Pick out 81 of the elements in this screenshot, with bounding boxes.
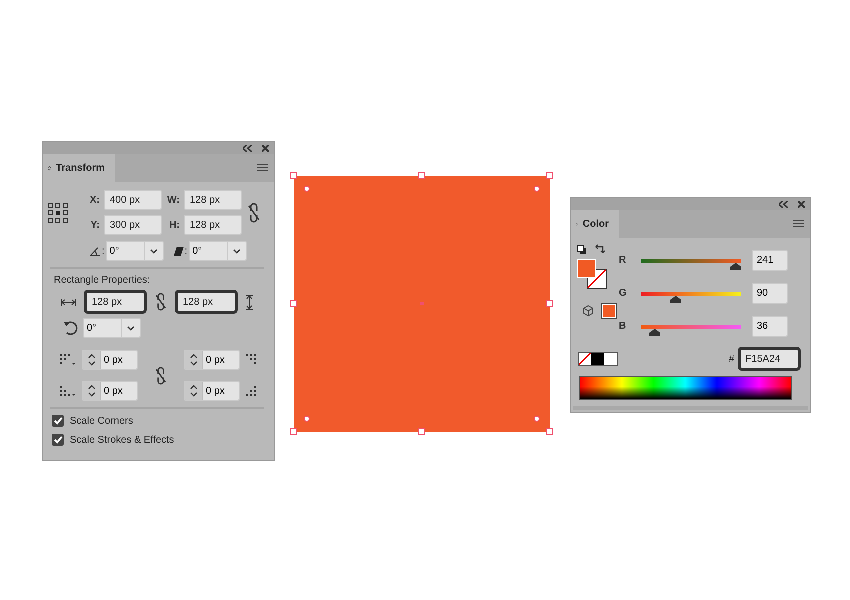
field-label: Y:: [90, 220, 101, 230]
collapse-icon[interactable]: [779, 200, 788, 208]
cube-icon[interactable]: [583, 305, 594, 317]
corner-angle-field[interactable]: 0°: [83, 318, 121, 338]
center-point: [420, 302, 424, 306]
corner-widget[interactable]: [304, 416, 310, 422]
selection-handle[interactable]: [290, 300, 298, 308]
corner-type-icon[interactable]: [60, 385, 76, 397]
checkbox[interactable]: [52, 434, 64, 446]
selection-handle[interactable]: [418, 172, 426, 180]
stepper-icon[interactable]: [88, 353, 96, 367]
transform-tab[interactable]: Transform: [43, 154, 115, 182]
menu-icon[interactable]: [793, 220, 804, 228]
reference-point-icon[interactable]: [48, 202, 68, 222]
rotate-icon: [63, 320, 79, 336]
dropdown-button[interactable]: [226, 241, 247, 261]
field-label: W:: [166, 194, 181, 206]
corner-widget[interactable]: [534, 416, 540, 422]
value-field[interactable]: 300 px: [104, 215, 162, 235]
caret-icon: [232, 248, 241, 254]
dropdown-button[interactable]: [121, 318, 141, 338]
broken-link-icon[interactable]: [155, 293, 167, 311]
angle-icon: [90, 246, 101, 256]
value-field[interactable]: 128 px: [184, 215, 242, 235]
checkbox[interactable]: [52, 415, 64, 427]
field-label: :: [101, 246, 106, 256]
corner-type-icon[interactable]: [60, 354, 76, 366]
corner-radius-field[interactable]: 0 px: [82, 381, 138, 401]
corner-radius-field[interactable]: 0 px: [184, 381, 240, 401]
corner-widget[interactable]: [534, 186, 540, 192]
selection-handle[interactable]: [546, 300, 554, 308]
menu-icon[interactable]: [257, 164, 268, 172]
corner-radius-field[interactable]: 0 px: [184, 350, 240, 370]
selection-handle[interactable]: [546, 172, 554, 180]
value-field[interactable]: 400 px: [104, 190, 162, 210]
close-icon[interactable]: [262, 144, 269, 152]
stepper-icon[interactable]: [190, 384, 198, 398]
selection-handle[interactable]: [290, 428, 298, 436]
field-label: X:: [89, 194, 101, 206]
section-title: Rectangle Properties:: [54, 275, 152, 286]
height-icon: [246, 294, 253, 310]
broken-link-icon[interactable]: [248, 202, 260, 222]
caret-icon: [150, 248, 158, 254]
height-field[interactable]: 128 px: [175, 290, 238, 314]
hex-field[interactable]: F15A24: [738, 347, 801, 371]
channel-label: B: [619, 321, 628, 332]
close-icon[interactable]: [798, 200, 805, 208]
collapse-icon[interactable]: [243, 144, 252, 152]
color-tab[interactable]: Color: [571, 210, 619, 238]
value-field[interactable]: 128 px: [184, 190, 242, 210]
channel-value-field[interactable]: 36: [752, 316, 788, 337]
swatch-strip[interactable]: [578, 352, 618, 366]
default-colors-icon[interactable]: [577, 244, 587, 254]
rotate-field[interactable]: 0°: [106, 241, 144, 261]
shear-field[interactable]: 0°: [188, 241, 227, 261]
selection-handle[interactable]: [290, 172, 298, 180]
stepper-icon[interactable]: [88, 384, 96, 398]
caret-icon: [127, 326, 135, 330]
channel-label: R: [619, 255, 628, 266]
color-swatch[interactable]: [602, 304, 616, 318]
dropdown-button[interactable]: [144, 241, 164, 261]
width-icon: [61, 298, 76, 306]
selection-handle[interactable]: [546, 428, 554, 436]
corner-radius-field[interactable]: 0 px: [82, 350, 138, 370]
field-label: :: [184, 246, 189, 256]
field-label: H:: [168, 220, 181, 230]
checkbox-label: Scale Strokes & Effects: [70, 434, 174, 446]
swap-icon[interactable]: [595, 244, 606, 255]
selection-handle[interactable]: [418, 428, 426, 436]
channel-value-field[interactable]: 241: [752, 250, 788, 271]
checkbox-label: Scale Corners: [70, 416, 134, 426]
channel-value-field[interactable]: 90: [752, 283, 788, 304]
hex-label: #: [729, 354, 735, 364]
color-spectrum[interactable]: [579, 376, 792, 400]
channel-label: G: [619, 288, 628, 299]
stepper-icon[interactable]: [190, 353, 198, 367]
corner-widget[interactable]: [304, 186, 310, 192]
fill-stroke-swatch[interactable]: [577, 259, 607, 289]
width-field[interactable]: 128 px: [84, 290, 147, 314]
broken-link-icon[interactable]: [155, 366, 167, 384]
shear-icon: [174, 246, 184, 256]
